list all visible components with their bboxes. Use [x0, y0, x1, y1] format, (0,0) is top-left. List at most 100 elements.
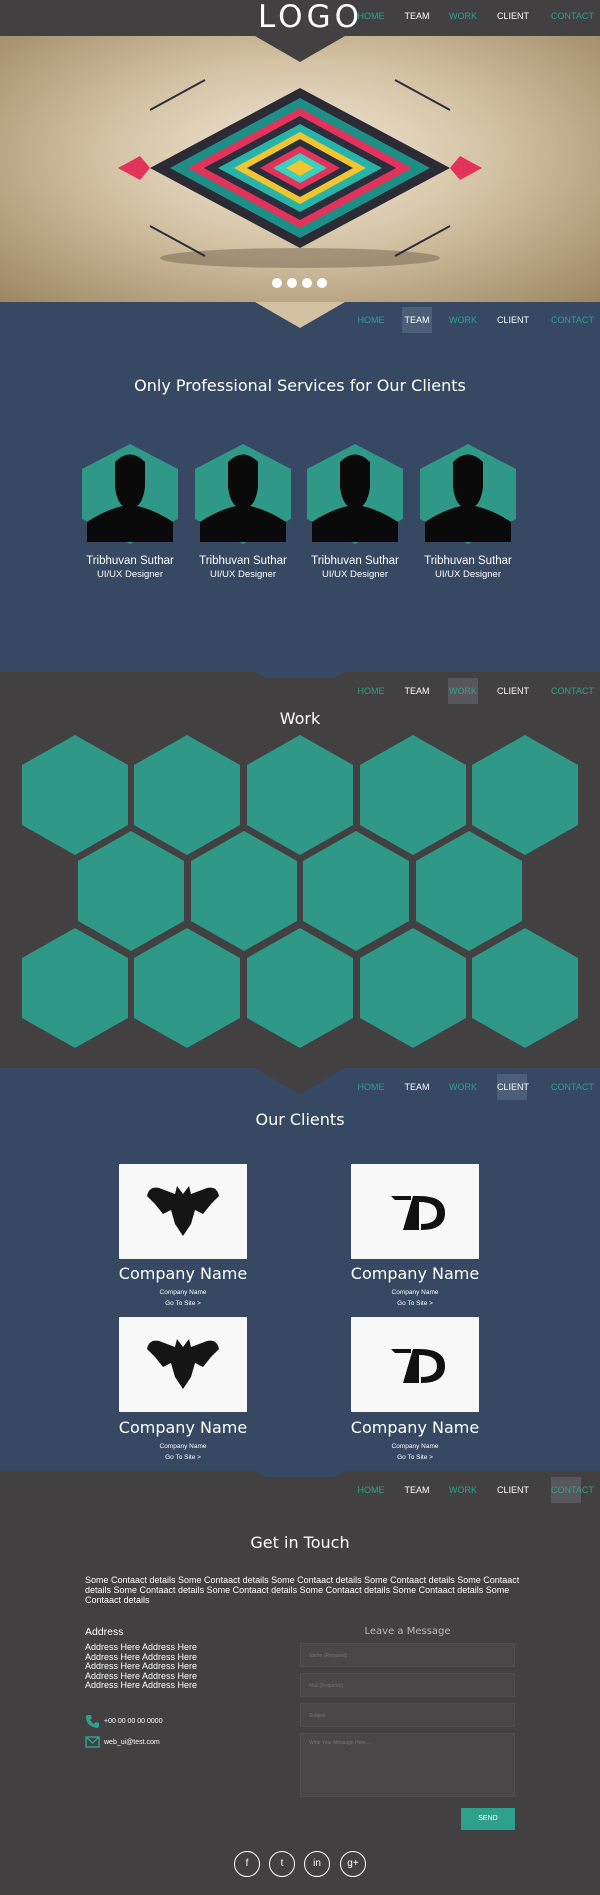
form-title: Leave a Message [364, 1626, 451, 1637]
name-input[interactable] [301, 1645, 514, 1667]
google-plus-icon[interactable]: g+ [340, 1851, 366, 1877]
member-role: UI/UX Designer [210, 569, 276, 580]
client-subtitle: Company Name [391, 1289, 439, 1296]
nav-client[interactable]: CLIENT [497, 678, 529, 704]
contact-title: Get in Touch [250, 1533, 350, 1552]
work-grid [22, 735, 578, 1048]
nav-home[interactable]: HOME [356, 307, 386, 333]
team-nav: HOME TEAM WORK CLIENT CONTACT [0, 307, 600, 343]
nav-client[interactable]: CLIENT [497, 3, 529, 29]
nav-team[interactable]: TEAM [402, 307, 432, 333]
address-block: Address Here Address Here Address Here A… [85, 1642, 235, 1691]
nav-team[interactable]: TEAM [402, 3, 432, 29]
avatar-icon [82, 444, 178, 544]
ad-monogram-icon [391, 1349, 445, 1383]
client-logo-card[interactable] [119, 1164, 247, 1259]
work-tile [134, 928, 240, 1048]
message-field [300, 1733, 515, 1797]
work-tile [191, 831, 297, 951]
avatar-icon [195, 444, 291, 544]
phone-number[interactable]: +00 00 00 00 0000 [104, 1718, 163, 1725]
team-title: Only Professional Services for Our Clien… [134, 376, 466, 395]
client-logo-card[interactable] [351, 1317, 479, 1412]
client-link[interactable]: Go To Site > [315, 1454, 515, 1461]
nav-contact[interactable]: CONTACT [551, 1074, 594, 1100]
client-subtitle: Company Name [391, 1443, 439, 1450]
nav-team[interactable]: TEAM [402, 1477, 432, 1503]
client-subtitle: Company Name [159, 1289, 207, 1296]
message-input[interactable] [301, 1734, 514, 1796]
header: LOGO HOME TEAM WORK CLIENT CONTACT [0, 0, 600, 36]
contact-description: Some Contaact details Some Contaact deta… [85, 1575, 520, 1605]
mail-icon [85, 1736, 100, 1748]
nav-work[interactable]: WORK [448, 3, 478, 29]
member-name: Tribhuvan Suthar [424, 555, 512, 567]
hero-artwork [118, 79, 482, 268]
ad-monogram-icon [391, 1196, 445, 1230]
member-role: UI/UX Designer [97, 569, 163, 580]
work-tile [416, 831, 522, 951]
email-address[interactable]: web_ui@test.com [104, 1739, 160, 1746]
work-tile [303, 831, 409, 951]
subject-field [300, 1703, 515, 1727]
name-field [300, 1643, 515, 1667]
facebook-icon[interactable]: f [234, 1851, 260, 1877]
work-tile [78, 831, 184, 951]
client-logo-card[interactable] [119, 1317, 247, 1412]
mail-field [300, 1673, 515, 1697]
nav-home[interactable]: HOME [356, 1477, 386, 1503]
nav-client[interactable]: CLIENT [497, 307, 529, 333]
mail-input[interactable] [301, 1675, 514, 1697]
client-logo-card[interactable] [351, 1164, 479, 1259]
nav-contact[interactable]: CONTACT [551, 1477, 594, 1503]
client-name: Company Name [118, 1418, 248, 1437]
nav-contact[interactable]: CONTACT [551, 3, 594, 29]
nav-client[interactable]: CLIENT [497, 1074, 529, 1100]
work-tile [360, 928, 466, 1048]
slider-dot[interactable] [302, 278, 312, 288]
address-line: Address Here Address Here [85, 1680, 198, 1690]
nav-work[interactable]: WORK [448, 1074, 478, 1100]
bat-emblem-icon [147, 1339, 219, 1389]
nav-home[interactable]: HOME [356, 1074, 386, 1100]
team-member: Tribhuvan Suthar UI/UX Designer [413, 442, 523, 580]
slider-dot[interactable] [272, 278, 282, 288]
header-notch [255, 36, 345, 62]
nav-work[interactable]: WORK [448, 307, 478, 333]
member-role: UI/UX Designer [322, 569, 388, 580]
nav-client[interactable]: CLIENT [497, 1477, 529, 1503]
team-member: Tribhuvan Suthar UI/UX Designer [188, 442, 298, 580]
client-link[interactable]: Go To Site > [315, 1300, 515, 1307]
slider-dot[interactable] [317, 278, 327, 288]
linkedin-icon[interactable]: in [304, 1851, 330, 1877]
client-subtitle: Company Name [159, 1443, 207, 1450]
client-link[interactable]: Go To Site > [83, 1454, 283, 1461]
twitter-icon[interactable]: t [269, 1851, 295, 1877]
nav-contact[interactable]: CONTACT [551, 307, 594, 333]
nav-team[interactable]: TEAM [402, 1074, 432, 1100]
client-link[interactable]: Go To Site > [83, 1300, 283, 1307]
member-role: UI/UX Designer [435, 569, 501, 580]
top-nav: HOME TEAM WORK CLIENT CONTACT [0, 3, 600, 39]
work-tile [472, 928, 578, 1048]
nav-team[interactable]: TEAM [402, 678, 432, 704]
email-row: web_ui@test.com [85, 1735, 160, 1749]
team-member: Tribhuvan Suthar UI/UX Designer [300, 442, 410, 580]
slider-dot[interactable] [287, 278, 297, 288]
send-button[interactable]: SEND [461, 1808, 515, 1830]
avatar-icon [307, 444, 403, 544]
nav-home[interactable]: HOME [356, 678, 386, 704]
member-name: Tribhuvan Suthar [311, 555, 399, 567]
nav-work[interactable]: WORK [448, 678, 478, 704]
member-name: Tribhuvan Suthar [199, 555, 287, 567]
work-tile [472, 735, 578, 855]
phone-row: +00 00 00 00 0000 [85, 1714, 163, 1729]
phone-icon [86, 1715, 99, 1728]
nav-contact[interactable]: CONTACT [551, 678, 594, 704]
nav-home[interactable]: HOME [356, 3, 386, 29]
client-name: Company Name [350, 1264, 480, 1283]
member-name: Tribhuvan Suthar [86, 555, 174, 567]
bat-emblem-icon [147, 1186, 219, 1236]
subject-input[interactable] [301, 1705, 514, 1727]
nav-work[interactable]: WORK [448, 1477, 478, 1503]
